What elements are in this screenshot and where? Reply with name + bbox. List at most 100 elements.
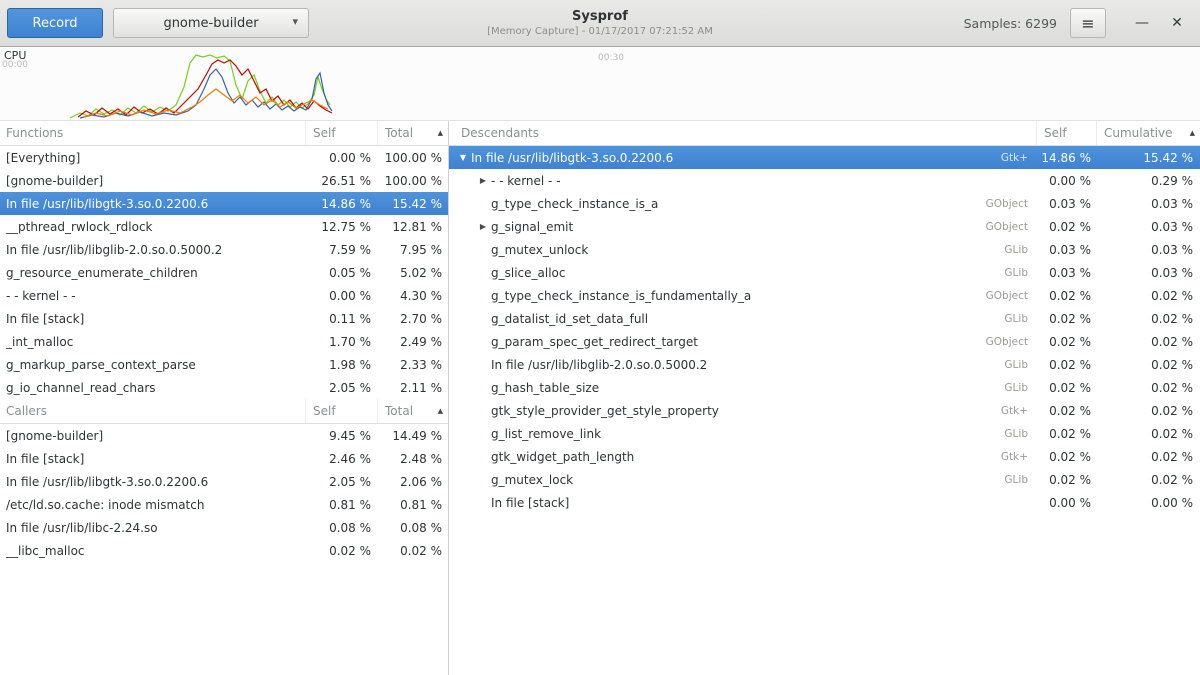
descendant-row[interactable]: In file /usr/lib/libglib-2.0.so.0.5000.2… [449,353,1200,376]
function-row[interactable]: In file /usr/lib/libglib-2.0.so.0.5000.2… [0,238,448,261]
expander-collapsed-icon[interactable]: ▶ [475,222,491,231]
self-percent: 0.05 % [306,266,378,280]
left-pane: Functions Self Total ▲ [Everything]0.00 … [0,121,449,675]
descendant-row[interactable]: ▶- - kernel - -0.00 %0.29 % [449,169,1200,192]
total-percent: 2.06 % [378,475,448,489]
functions-column-header[interactable]: Functions [0,121,306,145]
expander-collapsed-icon[interactable]: ▶ [475,176,491,185]
descendant-row[interactable]: gtk_style_provider_get_style_propertyGtk… [449,399,1200,422]
function-row[interactable]: [Everything]0.00 %100.00 % [0,146,448,169]
close-button[interactable]: ✕ [1166,12,1188,34]
library-label: GLib [1004,313,1037,325]
function-name: g_resource_enumerate_children [0,266,306,280]
function-row[interactable]: g_io_channel_read_chars2.05 %2.11 % [0,376,448,399]
self-percent: 0.03 % [1037,243,1097,257]
cumulative-percent: 0.02 % [1097,358,1200,372]
function-row[interactable]: In file /usr/lib/libgtk-3.so.0.2200.614.… [0,192,448,215]
expander-expanded-icon[interactable]: ▼ [455,153,471,162]
cumulative-percent: 0.02 % [1097,289,1200,303]
library-label: GLib [1004,267,1037,279]
menu-button[interactable]: ≡ [1070,8,1106,38]
callers-total-column-header[interactable]: Total ▲ [378,399,448,423]
total-percent: 2.49 % [378,335,448,349]
total-percent: 0.08 % [378,521,448,535]
descendants-cumulative-column-header[interactable]: Cumulative ▲ [1097,121,1200,145]
caller-row[interactable]: __libc_malloc0.02 %0.02 % [0,539,448,562]
descendants-column-header[interactable]: Descendants [449,121,1037,145]
descendant-row[interactable]: gtk_widget_path_lengthGtk+0.02 %0.02 % [449,445,1200,468]
function-row[interactable]: - - kernel - -0.00 %4.30 % [0,284,448,307]
descendant-name: In file /usr/lib/libgtk-3.so.0.2200.6 [471,151,673,165]
total-percent: 100.00 % [378,174,448,188]
descendant-name: g_param_spec_get_redirect_target [491,335,698,349]
function-row[interactable]: g_markup_parse_context_parse1.98 %2.33 % [0,353,448,376]
callers-self-column-header[interactable]: Self [306,399,378,423]
cumulative-percent: 0.02 % [1097,335,1200,349]
descendant-row[interactable]: g_type_check_instance_is_fundamentally_a… [449,284,1200,307]
function-row[interactable]: [gnome-builder]26.51 %100.00 % [0,169,448,192]
function-name: In file /usr/lib/libgtk-3.so.0.2200.6 [0,197,306,211]
self-percent: 2.46 % [306,452,378,466]
self-percent: 0.03 % [1037,266,1097,280]
caller-row[interactable]: In file /usr/lib/libc-2.24.so0.08 %0.08 … [0,516,448,539]
descendants-header: Descendants Self Cumulative ▲ [449,121,1200,146]
minimize-button[interactable]: — [1131,12,1153,34]
caller-row[interactable]: In file /usr/lib/libgtk-3.so.0.2200.62.0… [0,470,448,493]
descendants-cumulative-column-label: Cumulative [1104,126,1173,140]
self-percent: 1.70 % [306,335,378,349]
caller-row[interactable]: [gnome-builder]9.45 %14.49 % [0,424,448,447]
library-label: Gtk+ [1001,451,1037,463]
descendant-row[interactable]: g_type_check_instance_is_aGObject0.03 %0… [449,192,1200,215]
time-tick-start: 00:00 [2,60,28,70]
descendant-row[interactable]: ▶g_signal_emitGObject0.02 %0.03 % [449,215,1200,238]
cumulative-percent: 0.02 % [1097,404,1200,418]
function-name: [Everything] [0,151,306,165]
function-name: In file [stack] [0,312,306,326]
cumulative-percent: 0.02 % [1097,381,1200,395]
function-row[interactable]: g_resource_enumerate_children0.05 %5.02 … [0,261,448,284]
descendant-name: In file [stack] [491,496,569,510]
descendants-self-column-header[interactable]: Self [1037,121,1097,145]
function-name: In file /usr/lib/libc-2.24.so [0,521,306,535]
cumulative-percent: 0.03 % [1097,220,1200,234]
total-percent: 5.02 % [378,266,448,280]
descendant-name: g_slice_alloc [491,266,565,280]
callers-column-header[interactable]: Callers [0,399,306,423]
function-name: __libc_malloc [0,544,306,558]
function-row[interactable]: In file [stack]0.11 %2.70 % [0,307,448,330]
function-name: /etc/ld.so.cache: inode mismatch [0,498,306,512]
total-percent: 0.02 % [378,544,448,558]
self-percent: 14.86 % [306,197,378,211]
record-button[interactable]: Record [7,8,103,38]
descendant-row[interactable]: g_datalist_id_set_data_fullGLib0.02 %0.0… [449,307,1200,330]
descendant-row[interactable]: ▼In file /usr/lib/libgtk-3.so.0.2200.6Gt… [449,146,1200,169]
process-selector-dropdown[interactable]: gnome-builder ▾ [113,8,309,38]
functions-total-column-header[interactable]: Total ▲ [378,121,448,145]
descendant-row[interactable]: In file [stack]0.00 %0.00 % [449,491,1200,514]
total-percent: 2.70 % [378,312,448,326]
cumulative-percent: 0.29 % [1097,174,1200,188]
functions-self-column-header[interactable]: Self [306,121,378,145]
descendant-name: g_mutex_lock [491,473,573,487]
library-label: Gtk+ [1001,405,1037,417]
total-percent: 12.81 % [378,220,448,234]
function-row[interactable]: _int_malloc1.70 %2.49 % [0,330,448,353]
function-row[interactable]: __pthread_rwlock_rdlock12.75 %12.81 % [0,215,448,238]
caller-row[interactable]: In file [stack]2.46 %2.48 % [0,447,448,470]
descendant-row[interactable]: g_slice_allocGLib0.03 %0.03 % [449,261,1200,284]
self-percent: 0.02 % [306,544,378,558]
descendant-row[interactable]: g_param_spec_get_redirect_targetGObject0… [449,330,1200,353]
self-percent: 0.02 % [1037,335,1097,349]
cumulative-percent: 15.42 % [1097,151,1200,165]
self-percent: 0.02 % [1037,473,1097,487]
descendant-row[interactable]: g_mutex_unlockGLib0.03 %0.03 % [449,238,1200,261]
descendant-row[interactable]: g_hash_table_sizeGLib0.02 %0.02 % [449,376,1200,399]
function-name: __pthread_rwlock_rdlock [0,220,306,234]
descendant-row[interactable]: g_list_remove_linkGLib0.02 %0.02 % [449,422,1200,445]
self-percent: 0.81 % [306,498,378,512]
descendant-row[interactable]: g_mutex_lockGLib0.02 %0.02 % [449,468,1200,491]
total-percent: 7.95 % [378,243,448,257]
cpu-graph[interactable]: CPU 00:00 00:30 [0,47,1200,120]
self-percent: 0.02 % [1037,381,1097,395]
caller-row[interactable]: /etc/ld.so.cache: inode mismatch0.81 %0.… [0,493,448,516]
